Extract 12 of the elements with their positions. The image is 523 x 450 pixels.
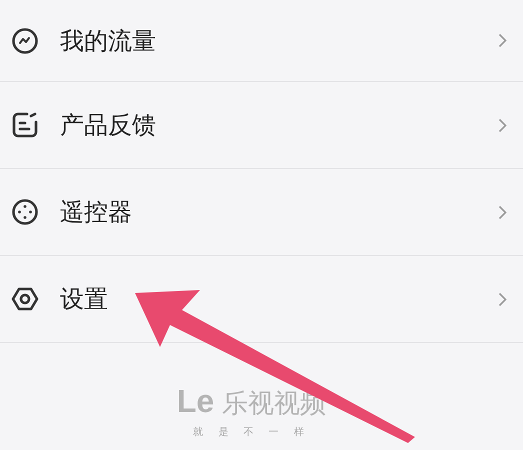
brand-logo: Le <box>176 383 214 420</box>
chevron-right-icon <box>498 33 507 48</box>
menu-item[interactable]: 产品反馈 <box>0 82 523 169</box>
menu-item[interactable]: 我的流量 <box>0 0 523 82</box>
chevron-right-icon <box>498 118 507 132</box>
menu-item[interactable]: 遥控器 <box>0 169 523 256</box>
slogan: 就 是 不 一 样 <box>193 426 310 439</box>
chevron-right-icon <box>498 204 507 220</box>
remote-control-icon <box>11 198 39 226</box>
settings-icon <box>11 285 39 313</box>
chevron-right-icon <box>498 292 507 306</box>
feedback-icon <box>11 111 39 139</box>
